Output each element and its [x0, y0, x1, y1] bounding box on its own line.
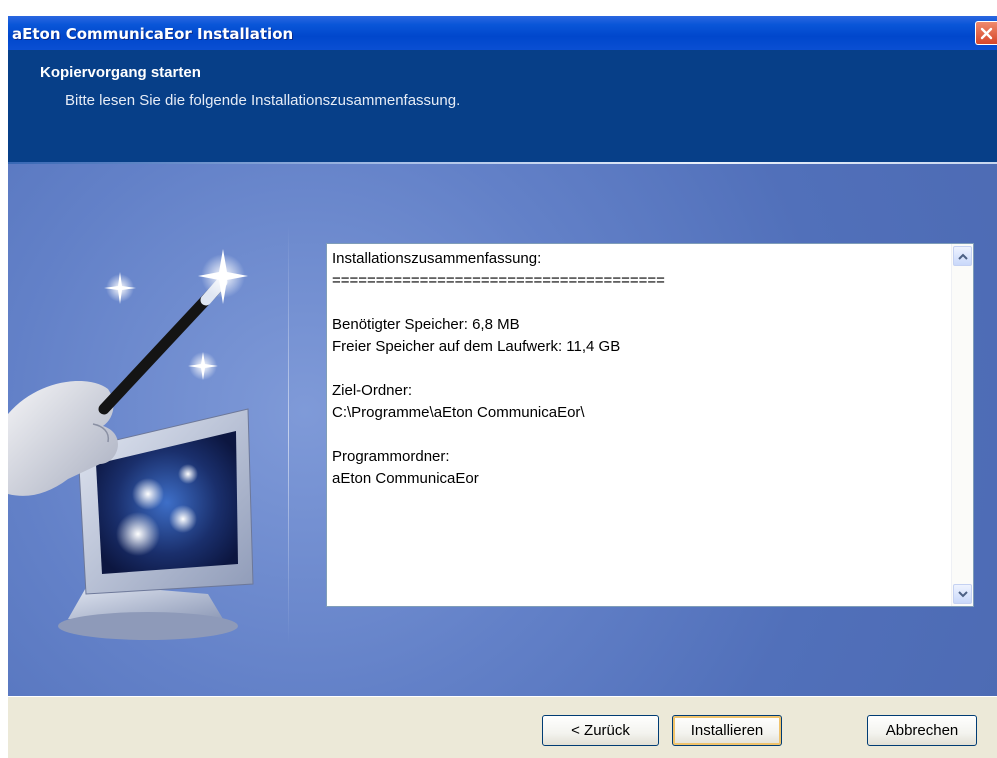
back-button[interactable]: < Zurück [542, 715, 659, 746]
title-bar[interactable]: aEton CommunicaEor Installation [8, 16, 997, 50]
scroll-down-button[interactable] [953, 584, 972, 604]
vertical-scrollbar[interactable] [951, 244, 973, 606]
scroll-down-arrow-icon [958, 591, 968, 598]
art-divider [288, 224, 289, 644]
summary-textbox[interactable]: Installationszusammenfassung: ==========… [326, 243, 974, 607]
magic-wand-monitor-icon [8, 249, 254, 640]
close-icon [980, 27, 993, 40]
summary-text: Installationszusammenfassung: ==========… [332, 250, 665, 487]
scroll-up-arrow-icon [958, 253, 968, 260]
install-button[interactable]: Installieren [672, 715, 782, 746]
scroll-up-button[interactable] [953, 246, 972, 266]
step-header: Kopiervorgang starten Bitte lesen Sie di… [8, 50, 997, 164]
installer-window: aEton CommunicaEor Installation Kopiervo… [8, 16, 997, 758]
close-button[interactable] [975, 21, 997, 45]
content-panel: Installationszusammenfassung: ==========… [8, 164, 997, 714]
cancel-button[interactable]: Abbrechen [867, 715, 977, 746]
page-subtitle: Bitte lesen Sie die folgende Installatio… [65, 92, 461, 109]
window-title: aEton CommunicaEor Installation [12, 25, 294, 43]
button-bar: < Zurück Installieren Abbrechen [8, 696, 997, 758]
page-title: Kopiervorgang starten [40, 64, 201, 81]
